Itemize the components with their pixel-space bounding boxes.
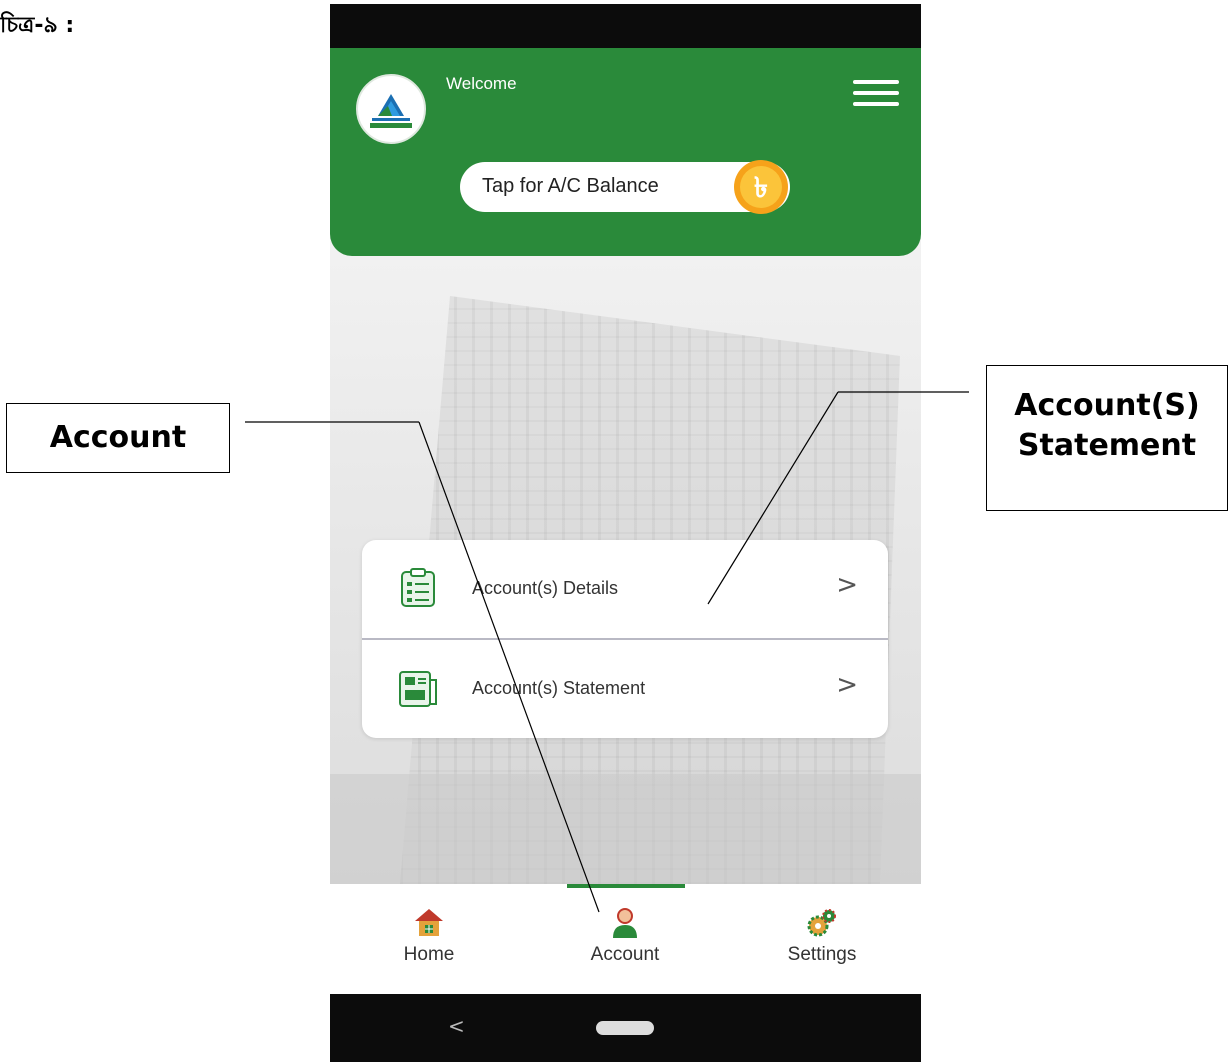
user-icon [613,908,637,938]
clipboard-list-icon [401,568,435,607]
home-icon [415,909,443,936]
account-menu-card: Account(s) Details > Account(s) Statemen… [362,540,888,738]
system-home-pill[interactable] [596,1021,654,1035]
bank-logo [356,74,426,144]
callout-statement-line2: Statement [1017,428,1197,463]
nav-home[interactable]: Home [364,906,494,986]
nav-home-label: Home [403,944,455,965]
nav-account-label: Account [590,944,660,965]
chevron-right-icon: > [836,570,858,600]
app-header: Welcome Tap for A/C Balance ৳ [330,48,921,256]
welcome-text: Welcome [446,74,517,93]
active-tab-indicator [567,884,685,888]
callout-account: Account [6,403,230,473]
system-back-icon[interactable]: < [448,1014,465,1038]
nav-settings[interactable]: Settings [757,906,887,986]
account-statement-label: Account(s) Statement [472,678,646,698]
account-details-item[interactable]: Account(s) Details > [362,540,888,640]
hamburger-menu-icon[interactable] [853,80,899,110]
statement-document-icon [399,671,437,707]
chevron-right-icon: > [836,670,858,700]
system-navigation-bar: < [330,994,921,1062]
gears-icon [807,909,836,937]
account-details-label: Account(s) Details [472,578,619,598]
tap-for-balance-button[interactable]: Tap for A/C Balance ৳ [460,160,790,214]
nav-settings-label: Settings [787,944,857,965]
figure-label: চিত্র-৯ : [0,13,75,38]
svg-text:৳: ৳ [754,171,768,204]
callout-account-text: Account [49,420,187,455]
account-statement-item[interactable]: Account(s) Statement > [362,640,888,738]
balance-button-label: Tap for A/C Balance [482,175,659,197]
phone-screen: Welcome Tap for A/C Balance ৳ Account(s)… [330,4,921,1062]
status-bar [330,4,921,48]
taka-coin-icon: ৳ [734,160,788,214]
nav-account[interactable]: Account [560,906,690,986]
bottom-navigation: Home Account Settings [330,884,921,994]
callout-account-statement: Account(S) Statement [986,365,1228,511]
callout-statement-line1: Account(S) [1014,388,1200,423]
logo-icon [370,94,412,128]
